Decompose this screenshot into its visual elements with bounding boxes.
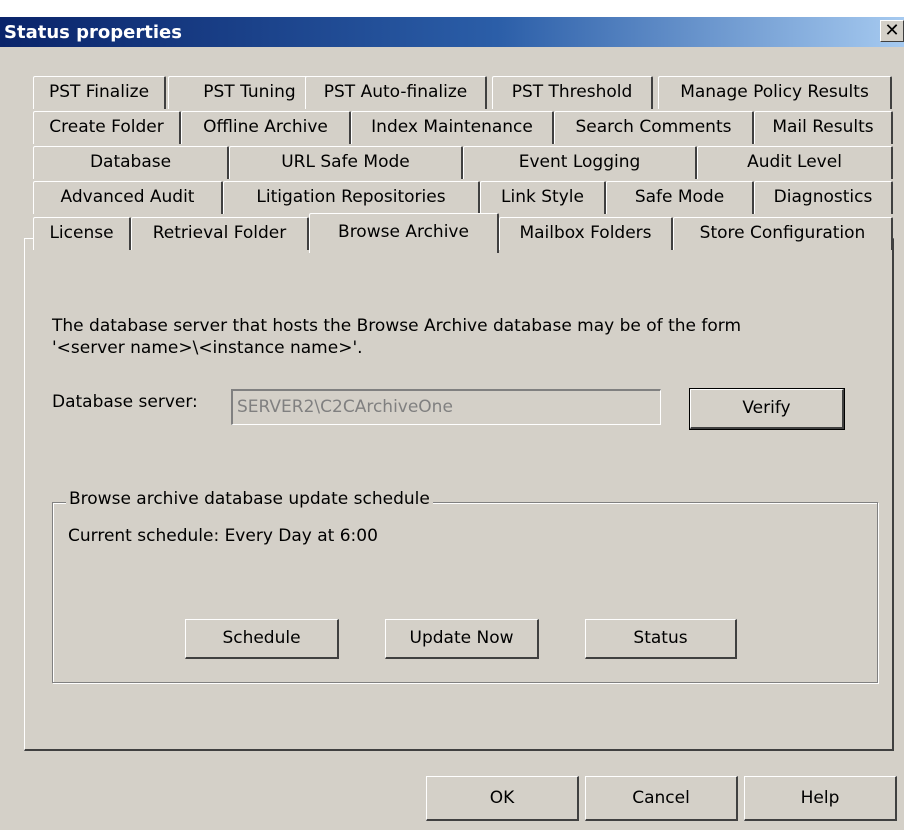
description-line: The database server that hosts the Brows… [52,316,742,336]
description-line: '<server name>\<instance name>'. [52,338,363,358]
cancel-button[interactable]: Cancel [585,776,738,821]
tab-event-logging[interactable]: Event Logging [463,146,697,179]
group-title: Browse archive database update schedule [66,489,433,509]
tab-label: Diagnostics [773,187,873,207]
tab-label: Litigation Repositories [256,187,446,207]
tab-offline-archive[interactable]: Offline Archive [181,111,351,144]
tab-label: Store Configuration [699,223,866,243]
close-button[interactable]: ✕ [880,20,904,42]
tab-litigation-repositories[interactable]: Litigation Repositories [223,181,480,214]
tab-url-safe-mode[interactable]: URL Safe Mode [229,146,463,179]
tab-label: URL Safe Mode [281,152,410,172]
database-server-label: Database server: [52,392,198,412]
tab-advanced-audit[interactable]: Advanced Audit [33,181,223,214]
tab-label: Advanced Audit [60,187,195,207]
description-text: The database server that hosts the Brows… [52,315,872,359]
tab-retrieval-folder[interactable]: Retrieval Folder [131,217,309,250]
tab-label: Search Comments [575,117,732,137]
tab-label: Index Maintenance [371,117,533,137]
ok-button[interactable]: OK [426,776,579,821]
tab-safe-mode[interactable]: Safe Mode [606,181,754,214]
tab-label: License [49,223,114,243]
tab-search-comments[interactable]: Search Comments [554,111,754,144]
tab-license[interactable]: License [33,217,131,250]
tab-label: Browse Archive [338,222,469,242]
dialog-title: Status properties [4,22,182,43]
tab-label: Offline Archive [203,117,328,137]
tab-browse-archive[interactable]: Browse Archive [309,213,499,253]
tab-pst-auto-finalize[interactable]: PST Auto-finalize [305,76,487,109]
update-now-button[interactable]: Update Now [385,619,539,659]
tab-label: PST Auto-finalize [323,82,468,102]
database-server-input[interactable]: SERVER2\C2CArchiveOne [231,389,661,425]
tab-label: Database [89,152,172,172]
tab-pst-threshold[interactable]: PST Threshold [492,76,653,109]
tab-label: Mail Results [772,117,874,137]
tab-label: Link Style [501,187,584,207]
tab-index-maintenance[interactable]: Index Maintenance [351,111,554,144]
tab-database[interactable]: Database [33,146,229,179]
tab-label: PST Finalize [48,82,150,102]
tab-manage-policy-results[interactable]: Manage Policy Results [658,76,892,109]
tab-audit-level[interactable]: Audit Level [697,146,893,179]
tab-label: PST Threshold [511,82,633,102]
tab-label: Create Folder [49,117,164,137]
tab-label: Safe Mode [634,187,725,207]
tab-store-configuration[interactable]: Store Configuration [673,217,893,250]
tab-label: Retrieval Folder [152,223,287,243]
tab-label: Event Logging [518,152,641,172]
close-icon: ✕ [884,20,900,41]
help-button[interactable]: Help [744,776,897,821]
tab-pst-finalize[interactable]: PST Finalize [33,76,166,109]
tab-label: Audit Level [747,152,842,172]
tab-label: Manage Policy Results [680,82,869,102]
verify-button[interactable]: Verify [689,388,845,430]
tab-mailbox-folders[interactable]: Mailbox Folders [499,217,673,250]
title-bar[interactable]: Status properties ✕ [0,17,904,47]
current-schedule-text: Current schedule: Every Day at 6:00 [68,526,378,546]
tab-create-folder[interactable]: Create Folder [33,111,181,144]
schedule-button[interactable]: Schedule [185,619,339,659]
tab-diagnostics[interactable]: Diagnostics [754,181,893,214]
status-button[interactable]: Status [585,619,737,659]
tab-link-style[interactable]: Link Style [480,181,606,214]
tab-label: Mailbox Folders [519,223,652,243]
tab-label: PST Tuning [203,82,296,102]
tab-mail-results[interactable]: Mail Results [754,111,893,144]
